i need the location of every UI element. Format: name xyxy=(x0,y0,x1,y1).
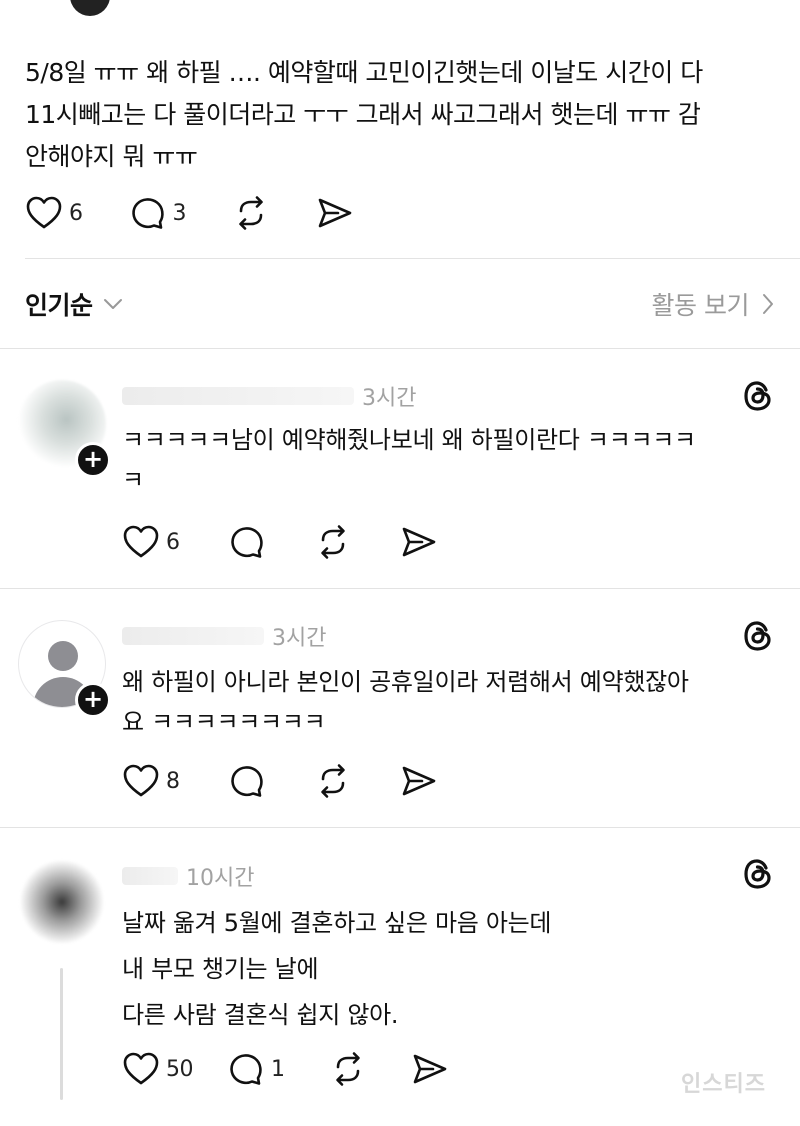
repost-icon xyxy=(335,1052,360,1086)
username[interactable] xyxy=(122,387,354,405)
timestamp: 3시간 xyxy=(272,626,327,651)
comment-line: 날짜 옮겨 5월에 결혼하고 싶은 마음 아는데 xyxy=(122,909,552,937)
comment-line: ㅋ xyxy=(122,466,144,494)
repost-button[interactable] xyxy=(314,523,352,561)
share-button[interactable] xyxy=(316,195,354,231)
like-button[interactable]: 50 xyxy=(122,1051,194,1087)
like-button[interactable]: 6 xyxy=(25,195,83,231)
like-count: 6 xyxy=(166,529,180,555)
chevron-down-icon xyxy=(103,299,122,309)
threads-logo-icon[interactable] xyxy=(740,856,776,892)
timestamp: 3시간 xyxy=(362,386,417,411)
comment-bubble-icon xyxy=(230,527,263,558)
repost-icon xyxy=(239,196,263,230)
reply-count: 3 xyxy=(172,200,187,226)
comment-line: 요 ㅋㅋㅋㅋㅋㅋㅋㅋ xyxy=(122,708,326,736)
heart-icon xyxy=(123,525,159,558)
reply-button[interactable] xyxy=(228,763,266,799)
comment-bubble-icon xyxy=(131,198,164,229)
threads-logo-icon[interactable] xyxy=(740,378,776,414)
watermark: 인스티즈 xyxy=(681,1072,766,1097)
repost-icon xyxy=(320,764,345,798)
username[interactable] xyxy=(122,627,264,645)
post-author-avatar[interactable] xyxy=(70,0,110,16)
repost-icon xyxy=(320,525,345,559)
avatar[interactable] xyxy=(18,858,106,946)
heart-icon xyxy=(123,1052,159,1085)
send-icon xyxy=(413,1054,446,1084)
share-button[interactable] xyxy=(400,763,438,799)
comment-line: 왜 하필이 아니라 본인이 공휴일이라 저렴해서 예약했잖아 xyxy=(122,668,689,696)
repost-button[interactable] xyxy=(232,194,270,232)
comment-bubble-icon xyxy=(230,1054,262,1085)
comment-meta: 10시간 xyxy=(122,860,254,892)
comment-line: ㅋㅋㅋㅋㅋ남이 예약해줬나보네 왜 하필이란다 ㅋㅋㅋㅋㅋ xyxy=(122,426,696,454)
comment-body: 왜 하필이 아니라 본인이 공휴일이라 저렴해서 예약했잖아 요 ㅋㅋㅋㅋㅋㅋㅋ… xyxy=(122,662,689,742)
comment-body: 날짜 옮겨 5월에 결혼하고 싶은 마음 아는데 내 부모 챙기는 날에 다른 … xyxy=(122,900,552,1038)
heart-icon xyxy=(26,196,62,229)
repost-button[interactable] xyxy=(329,1050,367,1088)
sort-label: 인기순 xyxy=(25,291,93,320)
repost-button[interactable] xyxy=(314,762,352,800)
divider xyxy=(0,827,800,828)
divider xyxy=(0,588,800,589)
comment-line: 내 부모 챙기는 날에 xyxy=(122,955,319,983)
comment-actions: 6 xyxy=(122,523,438,561)
post-text-line: 안해야지 뭐 ㅠㅠ xyxy=(25,142,198,171)
like-button[interactable]: 8 xyxy=(122,763,180,799)
comment-actions: 50 1 xyxy=(122,1050,449,1088)
share-button[interactable] xyxy=(400,524,438,560)
threads-logo-icon[interactable] xyxy=(740,618,776,654)
reply-button[interactable]: 3 xyxy=(129,195,187,231)
post-text-line: 5/8일 ㅠㅠ 왜 하필 …. 예약할때 고민이긴햇는데 이날도 시간이 다 xyxy=(25,58,703,87)
comment-line: 다른 사람 결혼식 쉽지 않아. xyxy=(122,1001,399,1029)
chevron-right-icon xyxy=(763,294,773,314)
post-text-line: 11시빼고는 다 풀이더라고 ㅜㅜ 그래서 싸고그래서 햇는데 ㅠㅠ 감 xyxy=(25,100,701,129)
view-activity-link[interactable]: 활동 보기 xyxy=(652,286,775,322)
post-actions: 6 3 xyxy=(25,194,354,232)
sort-bar: 인기순 활동 보기 xyxy=(25,282,775,326)
reply-count: 1 xyxy=(271,1056,285,1082)
send-icon xyxy=(402,766,435,796)
sort-dropdown[interactable]: 인기순 xyxy=(25,286,123,322)
comment-body: ㅋㅋㅋㅋㅋ남이 예약해줬나보네 왜 하필이란다 ㅋㅋㅋㅋㅋ ㅋ xyxy=(122,420,696,500)
like-button[interactable]: 6 xyxy=(122,524,180,560)
reply-button[interactable]: 1 xyxy=(227,1051,285,1087)
comment-meta: 3시간 xyxy=(122,620,326,652)
comment-bubble-icon xyxy=(230,766,263,797)
username[interactable] xyxy=(122,867,178,885)
divider xyxy=(0,348,800,349)
view-activity-label: 활동 보기 xyxy=(651,291,750,320)
send-icon xyxy=(318,198,352,228)
plus-icon[interactable]: + xyxy=(75,682,111,718)
comment-meta: 3시간 xyxy=(122,380,416,412)
share-button[interactable] xyxy=(411,1051,449,1087)
thread-line xyxy=(60,968,63,1100)
reply-button[interactable] xyxy=(228,524,266,560)
like-count: 8 xyxy=(166,768,180,794)
like-count: 6 xyxy=(69,200,83,226)
plus-icon[interactable]: + xyxy=(75,442,111,478)
send-icon xyxy=(402,527,435,557)
divider xyxy=(25,258,800,259)
comment-actions: 8 xyxy=(122,762,438,800)
timestamp: 10시간 xyxy=(186,866,255,891)
heart-icon xyxy=(123,764,159,797)
like-count: 50 xyxy=(166,1056,194,1082)
post-body: 5/8일 ㅠㅠ 왜 하필 …. 예약할때 고민이긴햇는데 이날도 시간이 다 1… xyxy=(25,52,775,178)
